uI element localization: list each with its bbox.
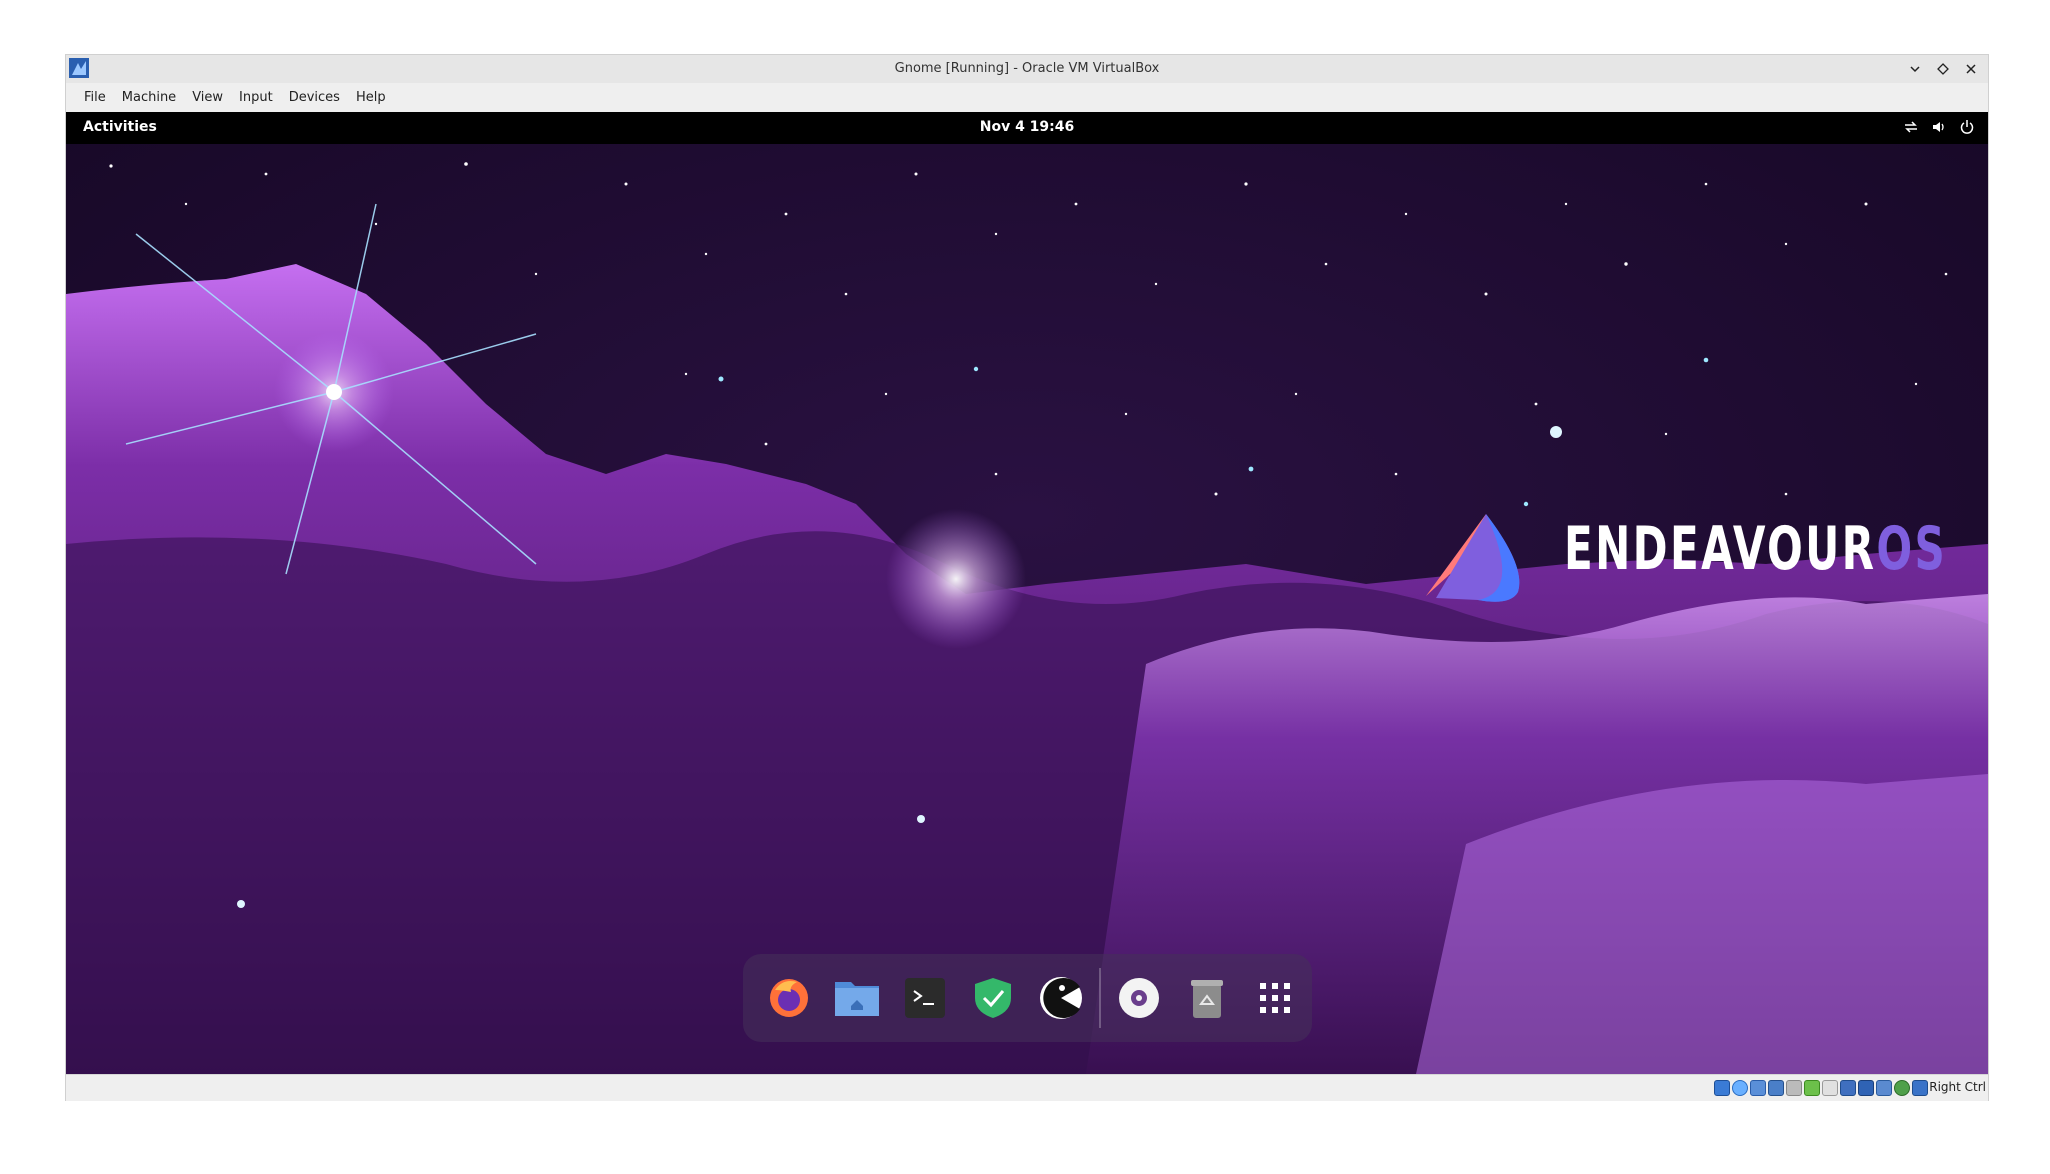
menu-devices[interactable]: Devices bbox=[281, 83, 348, 112]
menubar: File Machine View Input Devices Help bbox=[66, 83, 1988, 112]
terminal-icon[interactable] bbox=[891, 964, 959, 1032]
guest-screen[interactable]: Activities Nov 4 19:46 ENDEAVOUROS bbox=[66, 112, 1988, 1074]
guest-additions-icon[interactable] bbox=[1894, 1080, 1910, 1096]
gnome-top-bar: Activities Nov 4 19:46 bbox=[66, 112, 1988, 144]
shared-folders-icon[interactable] bbox=[1804, 1080, 1820, 1096]
network-icon[interactable] bbox=[1902, 118, 1920, 136]
minimize-icon[interactable] bbox=[1904, 58, 1926, 80]
window-title: Gnome [Running] - Oracle VM VirtualBox bbox=[894, 61, 1160, 76]
mouse-integration-icon[interactable] bbox=[1912, 1080, 1928, 1096]
optical-drive-icon[interactable] bbox=[1732, 1080, 1748, 1096]
network-adapter-icon[interactable] bbox=[1768, 1080, 1784, 1096]
menu-machine[interactable]: Machine bbox=[114, 83, 184, 112]
pacman-icon[interactable] bbox=[1027, 964, 1095, 1032]
virtualbox-window: Gnome [Running] - Oracle VM VirtualBox F… bbox=[65, 54, 1989, 1101]
endeavouros-logo-icon bbox=[1426, 514, 1520, 602]
disc-icon[interactable] bbox=[1105, 964, 1173, 1032]
dock-separator bbox=[1099, 968, 1101, 1028]
trash-icon[interactable] bbox=[1173, 964, 1241, 1032]
security-shield-icon[interactable] bbox=[959, 964, 1027, 1032]
host-key-label: Right Ctrl bbox=[1929, 1080, 1986, 1094]
dash-dock bbox=[743, 954, 1312, 1042]
menu-view[interactable]: View bbox=[184, 83, 231, 112]
desktop-wallpaper[interactable] bbox=[66, 144, 1988, 1074]
video-capture-icon[interactable] bbox=[1840, 1080, 1856, 1096]
power-icon[interactable] bbox=[1958, 118, 1976, 136]
maximize-icon[interactable] bbox=[1932, 58, 1954, 80]
volume-icon[interactable] bbox=[1930, 118, 1948, 136]
usb-icon[interactable] bbox=[1786, 1080, 1802, 1096]
menu-file[interactable]: File bbox=[76, 83, 114, 112]
menu-help[interactable]: Help bbox=[348, 83, 394, 112]
window-titlebar[interactable]: Gnome [Running] - Oracle VM VirtualBox bbox=[66, 55, 1988, 83]
clock[interactable]: Nov 4 19:46 bbox=[66, 119, 1988, 135]
endeavouros-logo: ENDEAVOUROS bbox=[1418, 496, 1945, 606]
display-icon[interactable] bbox=[1822, 1080, 1838, 1096]
firefox-icon[interactable] bbox=[755, 964, 823, 1032]
close-icon[interactable] bbox=[1960, 58, 1982, 80]
app-grid-icon[interactable] bbox=[1241, 964, 1309, 1032]
files-icon[interactable] bbox=[823, 964, 891, 1032]
recording-icon[interactable] bbox=[1858, 1080, 1874, 1096]
audio-icon[interactable] bbox=[1750, 1080, 1766, 1096]
cpu-icon[interactable] bbox=[1876, 1080, 1892, 1096]
hard-disk-icon[interactable] bbox=[1714, 1080, 1730, 1096]
endeavouros-wordmark: ENDEAVOUROS bbox=[1564, 514, 1948, 584]
menu-input[interactable]: Input bbox=[231, 83, 281, 112]
vbox-statusbar: Right Ctrl bbox=[66, 1074, 1988, 1101]
